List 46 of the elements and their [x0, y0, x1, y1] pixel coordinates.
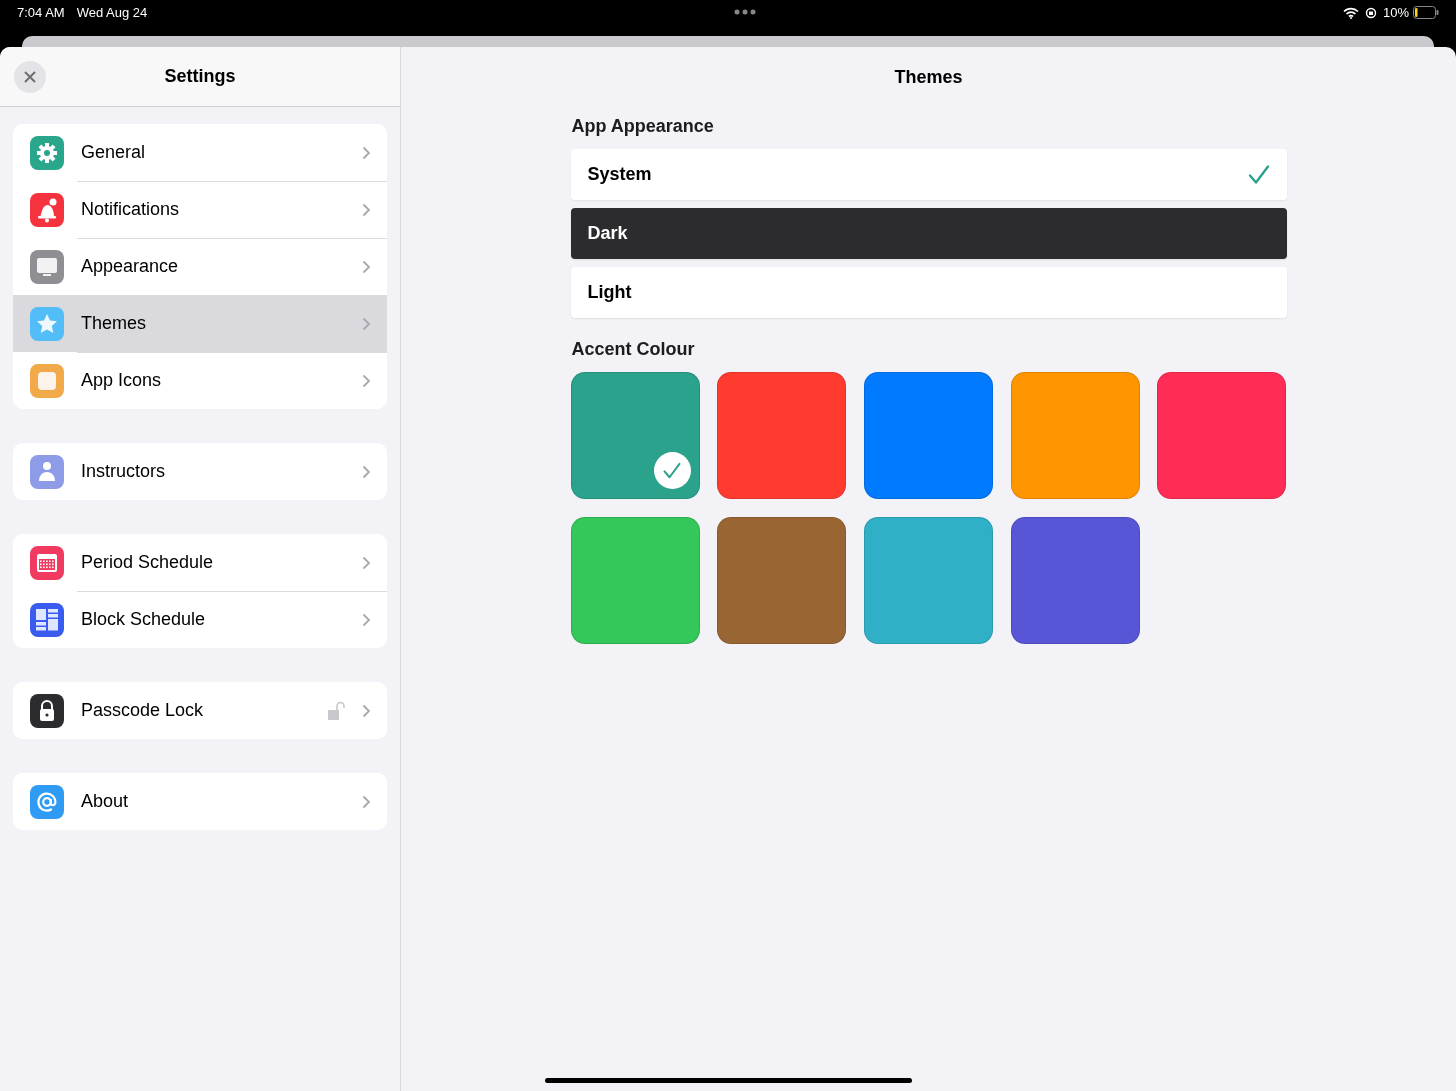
- colour-swatch[interactable]: [570, 372, 700, 499]
- colour-swatch[interactable]: [717, 372, 847, 499]
- close-button[interactable]: [14, 60, 46, 93]
- sidebar-title: Settings: [163, 66, 237, 87]
- colour-swatch[interactable]: [570, 517, 700, 644]
- colour-swatch[interactable]: [1010, 517, 1140, 644]
- chevron-icon: [362, 555, 371, 570]
- bell-icon: [30, 192, 64, 227]
- more-dots-icon: [734, 9, 757, 15]
- chevron-icon: [362, 703, 371, 718]
- wifi-icon: [1342, 7, 1359, 19]
- checkmark-icon: [662, 460, 682, 481]
- appearance-option[interactable]: Dark: [570, 208, 1287, 259]
- colour-swatch[interactable]: [863, 372, 993, 499]
- colour-swatch[interactable]: [1010, 372, 1140, 499]
- detail-title: Themes: [894, 65, 963, 89]
- display-icon: [30, 249, 64, 284]
- appearance-option[interactable]: System: [570, 149, 1287, 200]
- colour-swatch[interactable]: [1157, 372, 1287, 499]
- battery-icon: [1413, 6, 1439, 19]
- settings-item[interactable]: Themes: [13, 295, 387, 352]
- at-icon: [30, 784, 64, 819]
- section-heading: App Appearance: [571, 116, 715, 137]
- appearance-option[interactable]: Light: [570, 267, 1287, 318]
- chevron-icon: [362, 316, 371, 331]
- status-time: 7:04 AM: [17, 5, 65, 20]
- chevron-icon: [362, 612, 371, 627]
- chevron-icon: [362, 794, 371, 809]
- chevron-icon: [362, 373, 371, 388]
- lock-icon: [30, 693, 64, 728]
- rotation-lock-icon: [1364, 7, 1377, 19]
- colour-swatch[interactable]: [717, 517, 847, 644]
- chevron-icon: [362, 464, 371, 479]
- chevron-icon: [362, 202, 371, 217]
- calendar-icon: [30, 545, 64, 580]
- blocks-icon: [30, 602, 64, 637]
- chevron-icon: [362, 259, 371, 274]
- gear-icon: [30, 135, 64, 170]
- chevron-icon: [362, 145, 371, 160]
- status-date: Wed Aug 24: [76, 5, 148, 20]
- section-heading: Accent Colour: [571, 339, 696, 360]
- battery-percent: 10%: [1382, 5, 1409, 20]
- person-icon: [30, 454, 64, 489]
- colour-swatch[interactable]: [863, 517, 993, 644]
- square-icon: [30, 363, 64, 398]
- close-icon: [24, 70, 36, 83]
